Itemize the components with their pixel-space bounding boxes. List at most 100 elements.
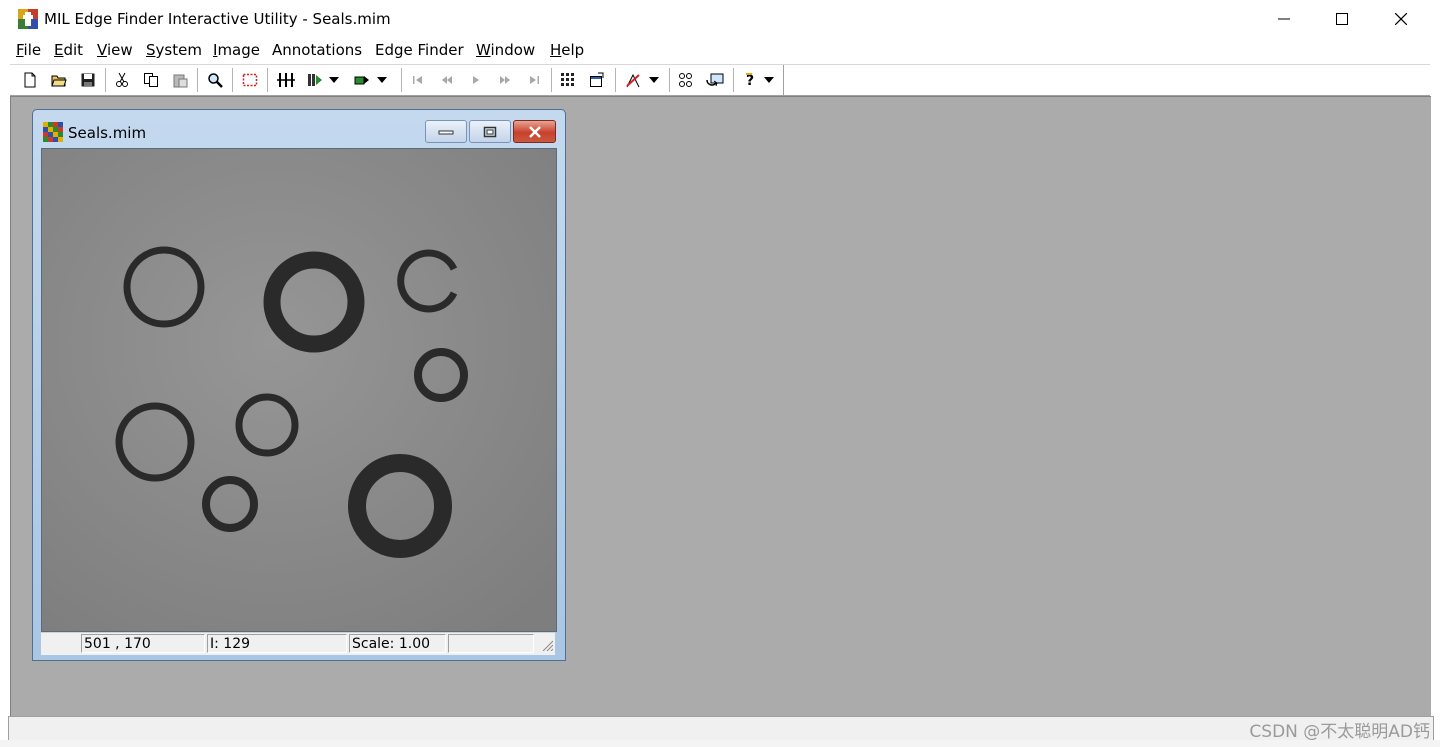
menu-system[interactable]: System xyxy=(146,40,202,60)
help-icon: ? xyxy=(746,73,754,88)
image-icon xyxy=(43,122,63,142)
first-frame-button[interactable] xyxy=(407,69,429,91)
chevron-down-icon xyxy=(329,77,339,83)
last-frame-button[interactable] xyxy=(523,69,545,91)
cursor-coordinates: 501 , 170 xyxy=(81,634,205,653)
app-icon xyxy=(18,9,38,29)
main-status-bar xyxy=(8,716,1434,742)
step-icon xyxy=(354,76,369,85)
close-icon xyxy=(1395,13,1407,25)
menu-annotations[interactable]: Annotations xyxy=(272,40,362,60)
prev-frame-icon xyxy=(442,76,452,84)
run-dropdown-button[interactable] xyxy=(327,69,341,91)
menu-file[interactable]: File xyxy=(16,40,41,60)
toolbar-separator xyxy=(105,68,106,92)
run-button[interactable] xyxy=(304,69,326,91)
menu-bar: File Edit View System Image Annotations … xyxy=(0,38,1440,64)
menu-view[interactable]: View xyxy=(97,40,133,60)
cut-icon xyxy=(116,72,128,87)
minimize-icon xyxy=(1278,18,1290,20)
svg-text:?: ? xyxy=(746,73,754,88)
image-display[interactable] xyxy=(41,148,557,632)
toolbar-separator xyxy=(615,68,616,92)
cut-button[interactable] xyxy=(111,69,133,91)
child-minimize-button[interactable] xyxy=(425,120,467,143)
annotate-dropdown-button[interactable] xyxy=(647,69,661,91)
child-window-title: Seals.mim xyxy=(68,124,147,142)
copy-icon xyxy=(144,73,158,87)
maximize-button[interactable] xyxy=(1313,0,1371,38)
minimize-button[interactable] xyxy=(1255,0,1313,38)
step-dropdown-button[interactable] xyxy=(375,69,389,91)
toolbar-separator xyxy=(551,68,552,92)
zoom-icon xyxy=(208,73,223,88)
chevron-down-icon xyxy=(764,77,774,83)
minimize-icon xyxy=(438,130,454,134)
properties-button[interactable] xyxy=(586,69,608,91)
open-icon xyxy=(51,75,67,87)
zoom-scale: Scale: 1.00 xyxy=(349,634,446,653)
next-frame-button[interactable] xyxy=(494,69,516,91)
zoom-button[interactable] xyxy=(204,69,226,91)
prev-frame-button[interactable] xyxy=(436,69,458,91)
pixel-intensity: I: 129 xyxy=(207,634,347,653)
annotate-button[interactable] xyxy=(622,69,644,91)
threshold-button[interactable] xyxy=(275,69,297,91)
step-button[interactable] xyxy=(351,69,373,91)
threshold-icon xyxy=(277,73,295,87)
toolbar-separator xyxy=(401,68,402,92)
copy-button[interactable] xyxy=(140,69,162,91)
window-title: MIL Edge Finder Interactive Utility - Se… xyxy=(44,10,391,28)
refresh-icon xyxy=(706,73,724,87)
grid-button[interactable] xyxy=(557,69,579,91)
run-icon xyxy=(308,74,322,86)
chevron-down-icon xyxy=(649,77,659,83)
new-button[interactable] xyxy=(19,69,41,91)
menu-window[interactable]: Window xyxy=(476,40,535,60)
new-icon xyxy=(24,72,36,88)
child-status-bar: 501 , 170 I: 129 Scale: 1.00 xyxy=(41,632,555,655)
child-close-button[interactable] xyxy=(513,120,556,143)
resize-grip-icon[interactable] xyxy=(541,639,553,651)
play-icon xyxy=(473,76,479,84)
toolbar-separator xyxy=(733,68,734,92)
menu-edge-finder[interactable]: Edge Finder xyxy=(375,40,464,60)
refresh-button[interactable] xyxy=(704,69,726,91)
close-icon xyxy=(528,125,541,138)
roi-rect-button[interactable] xyxy=(239,69,261,91)
help-button[interactable]: ? xyxy=(739,69,761,91)
edge-detect-button[interactable] xyxy=(675,69,697,91)
seals-image xyxy=(42,149,556,631)
first-frame-icon xyxy=(413,76,422,84)
toolbar-separator xyxy=(267,68,268,92)
close-button[interactable] xyxy=(1372,0,1430,38)
annotate-icon xyxy=(626,73,640,88)
app-titlebar: MIL Edge Finder Interactive Utility - Se… xyxy=(0,0,1440,38)
chevron-down-icon xyxy=(377,77,387,83)
image-child-window[interactable]: Seals.mim 501 , 170 I: 129 Scale: 1.00 xyxy=(32,109,566,661)
help-dropdown-button[interactable] xyxy=(762,69,776,91)
open-button[interactable] xyxy=(48,69,70,91)
save-icon xyxy=(81,73,95,87)
restore-icon xyxy=(483,126,497,137)
toolbar-end-divider xyxy=(783,65,784,95)
toolbar: ? xyxy=(10,64,1430,96)
menu-help[interactable]: Help xyxy=(550,40,584,60)
status-empty-cell xyxy=(448,634,534,653)
child-restore-button[interactable] xyxy=(469,120,511,143)
paste-button[interactable] xyxy=(169,69,191,91)
play-button[interactable] xyxy=(465,69,487,91)
watermark: CSDN @不太聪明AD钙 xyxy=(1249,722,1430,742)
toolbar-separator xyxy=(197,68,198,92)
roi-rect-icon xyxy=(242,73,258,87)
next-frame-icon xyxy=(500,76,510,84)
paste-icon xyxy=(173,74,188,88)
grid-icon xyxy=(561,73,574,86)
menu-edit[interactable]: Edit xyxy=(54,40,83,60)
save-button[interactable] xyxy=(77,69,99,91)
toolbar-separator xyxy=(232,68,233,92)
maximize-icon xyxy=(1336,13,1348,25)
last-frame-icon xyxy=(530,76,539,84)
properties-icon xyxy=(590,72,604,87)
menu-image[interactable]: Image xyxy=(213,40,260,60)
